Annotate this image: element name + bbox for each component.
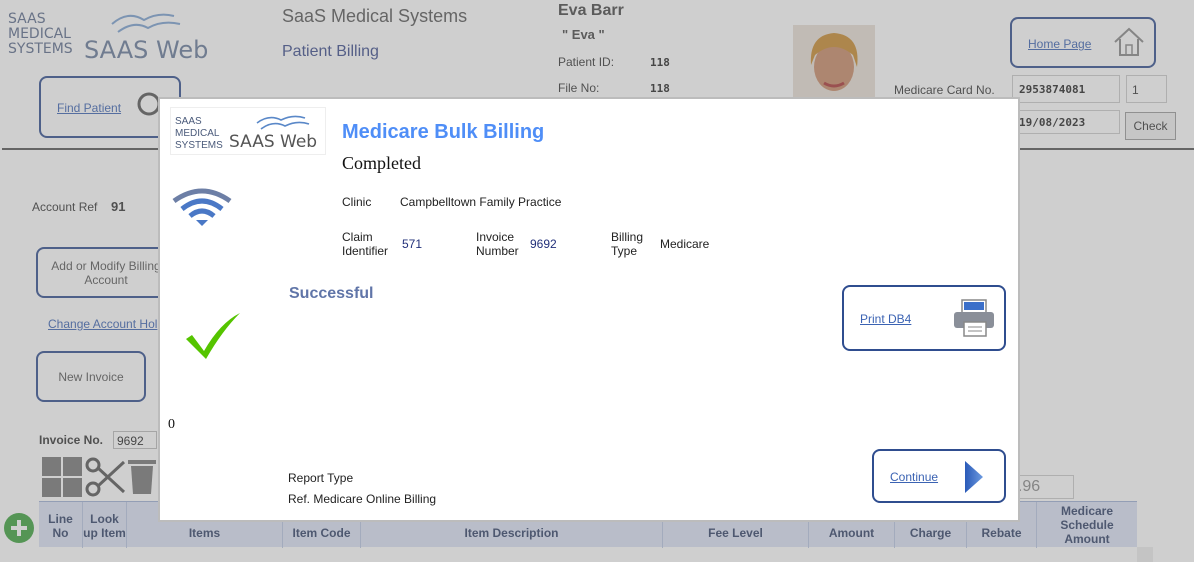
modal-logo-text-1: SAAS — [175, 116, 202, 127]
wifi-icon — [172, 188, 232, 226]
checkmark-icon — [186, 313, 240, 359]
clinic-value: Campbelltown Family Practice — [400, 195, 562, 209]
continue-link[interactable]: Continue — [890, 470, 938, 484]
modal-logo: SAAS MEDICAL SYSTEMS SAAS Web — [170, 107, 326, 155]
print-db4-button[interactable]: Print DB4 — [842, 285, 1006, 351]
invoice-number-label: Invoice Number — [476, 230, 519, 258]
reference-text: Ref. Medicare Online Billing — [288, 492, 437, 506]
count-value: 0 — [168, 417, 175, 432]
claim-identifier-label: Claim Identifier — [342, 230, 389, 258]
billing-type-label: Billing Type — [611, 230, 644, 258]
billing-type-value: Medicare — [660, 237, 710, 251]
claim-identifier-value: 571 — [402, 237, 423, 251]
arrow-right-icon — [965, 461, 983, 493]
modal-logo-web: SAAS Web — [229, 132, 318, 152]
modal-logo-text-3: SYSTEMS — [175, 140, 223, 151]
result-status: Successful — [289, 285, 374, 302]
report-type-label: Report Type — [288, 471, 354, 485]
modal-logo-small: SAAS MEDICAL SYSTEMS — [175, 116, 223, 152]
printer-icon — [954, 299, 994, 337]
clinic-label: Clinic — [342, 195, 372, 209]
modal-logo-birds-icon — [256, 115, 310, 130]
dialog-title: Medicare Bulk Billing — [342, 121, 545, 143]
continue-button[interactable]: Continue — [872, 449, 1006, 503]
dialog-status: Completed — [342, 153, 421, 173]
print-db4-link[interactable]: Print DB4 — [860, 312, 911, 326]
invoice-number-value: 9692 — [530, 237, 557, 251]
modal-logo-text-2: MEDICAL — [175, 128, 220, 139]
bulk-billing-dialog: SAAS MEDICAL SYSTEMS SAAS Web Medicare B… — [158, 97, 1020, 522]
